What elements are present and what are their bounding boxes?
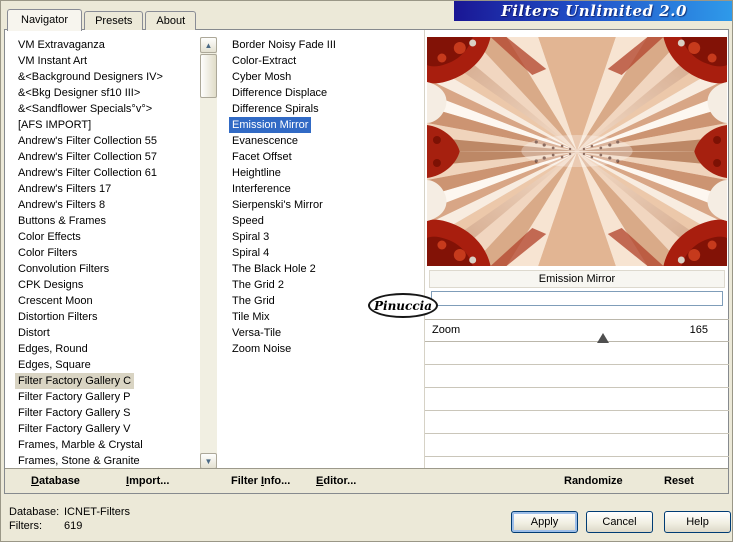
parameter-rows bbox=[425, 342, 729, 457]
filters-unlimited-window: Filters Unlimited 2.0 Navigator Presets … bbox=[0, 0, 733, 542]
preview-kaleidoscope-svg bbox=[427, 37, 727, 266]
parameter-row bbox=[425, 365, 729, 388]
help-button[interactable]: Help bbox=[664, 511, 731, 533]
list-item[interactable]: Versa-Tile bbox=[223, 325, 421, 341]
list-item[interactable]: Distort bbox=[9, 325, 199, 341]
list-item[interactable]: Frames, Stone & Granite bbox=[9, 453, 199, 469]
preview-panel: Emission Mirror Zoom 165 bbox=[424, 30, 729, 468]
zoom-control-row: Zoom 165 bbox=[425, 321, 729, 339]
list-item[interactable]: VM Instant Art bbox=[9, 53, 199, 69]
list-item[interactable]: The Black Hole 2 bbox=[223, 261, 421, 277]
list-item[interactable]: &<Sandflower Specials°v°> bbox=[9, 101, 199, 117]
import-button[interactable]: Import... bbox=[126, 469, 169, 493]
parameter-row bbox=[425, 342, 729, 365]
list-item[interactable]: Filter Factory Gallery V bbox=[9, 421, 199, 437]
database-button[interactable]: Database bbox=[31, 469, 80, 493]
list-item[interactable]: Evanescence bbox=[223, 133, 421, 149]
list-item[interactable]: Sierpenski's Mirror bbox=[223, 197, 421, 213]
pinuccia-watermark: Pinuccia bbox=[368, 293, 438, 318]
randomize-button[interactable]: Randomize bbox=[564, 469, 623, 493]
reset-button[interactable]: Reset bbox=[664, 469, 694, 493]
list-item[interactable]: Spiral 3 bbox=[223, 229, 421, 245]
list-item[interactable]: Color Filters bbox=[9, 245, 199, 261]
tab-bar: Navigator Presets About bbox=[7, 8, 198, 31]
separator-line bbox=[425, 319, 729, 320]
status-bar: Database: ICNET-Filters Filters: 619 bbox=[9, 505, 130, 533]
filter-list[interactable]: Border Noisy Fade III Color-Extract Cyber … bbox=[223, 37, 421, 469]
zoom-value: 165 bbox=[689, 324, 708, 336]
list-item[interactable]: Filter Factory Gallery C bbox=[9, 373, 199, 389]
scrollbar-thumb[interactable] bbox=[200, 54, 217, 98]
parameter-row bbox=[425, 434, 729, 457]
list-item[interactable]: Crescent Moon bbox=[9, 293, 199, 309]
filters-status-value: 619 bbox=[64, 520, 83, 532]
cancel-button[interactable]: Cancel bbox=[586, 511, 653, 533]
list-item[interactable]: Heightline bbox=[223, 165, 421, 181]
list-item[interactable]: Andrew's Filters 17 bbox=[9, 181, 199, 197]
list-item[interactable]: &<Bkg Designer sf10 III> bbox=[9, 85, 199, 101]
list-item[interactable]: Cyber Mosh bbox=[223, 69, 421, 85]
list-item[interactable]: Emission Mirror bbox=[223, 117, 421, 133]
tab-about[interactable]: About bbox=[145, 11, 197, 30]
list-item[interactable]: Color-Extract bbox=[223, 53, 421, 69]
parameter-row bbox=[425, 388, 729, 411]
list-item[interactable]: Distortion Filters bbox=[9, 309, 199, 325]
list-item[interactable]: &<Background Designers IV> bbox=[9, 69, 199, 85]
list-item[interactable]: Convolution Filters bbox=[9, 261, 199, 277]
main-panel: VM Extravaganza VM Instant Art &<Backgroun… bbox=[4, 29, 729, 494]
watermark-text: Pinuccia bbox=[374, 298, 432, 313]
list-item[interactable]: VM Extravaganza bbox=[9, 37, 199, 53]
filter-parameter-input[interactable] bbox=[431, 291, 723, 306]
apply-button[interactable]: Apply bbox=[511, 511, 578, 533]
list-item[interactable]: Difference Spirals bbox=[223, 101, 421, 117]
list-item[interactable]: Andrew's Filter Collection 57 bbox=[9, 149, 199, 165]
zoom-label: Zoom bbox=[432, 324, 461, 336]
tab-presets[interactable]: Presets bbox=[84, 11, 144, 30]
toolbar: Database Import... Filter Info... Editor… bbox=[5, 468, 728, 493]
list-item[interactable]: [AFS IMPORT] bbox=[9, 117, 199, 133]
list-item[interactable]: Zoom Noise bbox=[223, 341, 421, 357]
list-item[interactable]: Border Noisy Fade III bbox=[223, 37, 421, 53]
category-scrollbar[interactable]: ▲ ▼ bbox=[200, 37, 217, 469]
list-item[interactable]: Edges, Square bbox=[9, 357, 199, 373]
filter-preview-image bbox=[427, 37, 727, 266]
category-list[interactable]: VM Extravaganza VM Instant Art &<Backgroun… bbox=[9, 37, 199, 469]
filters-status-label: Filters: bbox=[9, 520, 42, 532]
list-item[interactable]: Difference Displace bbox=[223, 85, 421, 101]
database-status-value: ICNET-Filters bbox=[64, 506, 130, 518]
scroll-up-icon[interactable]: ▲ bbox=[200, 37, 217, 53]
list-item[interactable]: Facet Offset bbox=[223, 149, 421, 165]
list-item[interactable]: Filter Factory Gallery S bbox=[9, 405, 199, 421]
status-database-row: Database: ICNET-Filters bbox=[9, 505, 130, 519]
list-item[interactable]: Speed bbox=[223, 213, 421, 229]
app-title: Filters Unlimited 2.0 bbox=[501, 2, 687, 20]
list-item[interactable]: Interference bbox=[223, 181, 421, 197]
list-item[interactable]: Buttons & Frames bbox=[9, 213, 199, 229]
list-item[interactable]: Edges, Round bbox=[9, 341, 199, 357]
list-item[interactable]: Spiral 4 bbox=[223, 245, 421, 261]
title-banner: Filters Unlimited 2.0 bbox=[454, 1, 732, 21]
parameter-row bbox=[425, 411, 729, 434]
tab-navigator[interactable]: Navigator bbox=[7, 9, 83, 31]
list-item[interactable]: Color Effects bbox=[9, 229, 199, 245]
list-item[interactable]: The Grid 2 bbox=[223, 277, 421, 293]
filter-info-button[interactable]: Filter Info... bbox=[231, 469, 290, 493]
list-item[interactable]: Andrew's Filter Collection 55 bbox=[9, 133, 199, 149]
list-item[interactable]: Filter Factory Gallery P bbox=[9, 389, 199, 405]
status-filters-row: Filters: 619 bbox=[9, 519, 130, 533]
database-status-label: Database: bbox=[9, 506, 60, 518]
list-item[interactable]: Andrew's Filter Collection 61 bbox=[9, 165, 199, 181]
list-item[interactable]: Frames, Marble & Crystal bbox=[9, 437, 199, 453]
list-item[interactable]: CPK Designs bbox=[9, 277, 199, 293]
list-item[interactable]: Andrew's Filters 8 bbox=[9, 197, 199, 213]
scroll-down-icon[interactable]: ▼ bbox=[200, 453, 217, 469]
selected-filter-name: Emission Mirror bbox=[429, 270, 725, 288]
editor-button[interactable]: Editor... bbox=[316, 469, 356, 493]
